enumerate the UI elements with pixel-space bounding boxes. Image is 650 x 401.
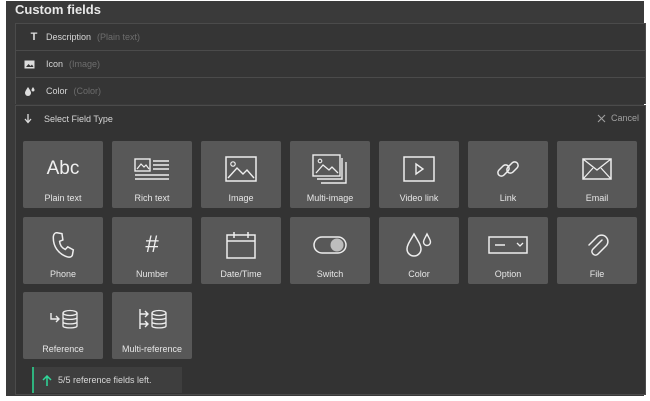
field-type-plain-text[interactable]: Abc Plain text <box>23 141 103 208</box>
field-type-label: Email <box>585 193 609 203</box>
field-type-option[interactable]: Option <box>468 217 548 284</box>
color-drops-icon <box>24 86 44 96</box>
field-row-description[interactable]: T Description (Plain text) <box>15 23 646 50</box>
multi-reference-icon <box>139 309 167 329</box>
reference-limit-notice: 5/5 reference fields left. <box>32 367 182 393</box>
phone-icon <box>52 232 75 258</box>
field-type-link[interactable]: Link <box>468 141 548 208</box>
close-icon <box>597 114 606 122</box>
field-type-label: Multi-image <box>306 193 354 203</box>
custom-fields-panel: Custom fields T Description (Plain text)… <box>6 1 646 396</box>
field-type-label: Option <box>494 269 522 279</box>
field-type-multi-image[interactable]: Multi-image <box>290 141 370 208</box>
field-type: (Plain text) <box>97 32 141 42</box>
option-dropdown-icon <box>488 236 528 254</box>
field-name: Icon <box>46 59 64 69</box>
video-link-icon <box>403 156 435 182</box>
field-row-color[interactable]: Color (Color) <box>15 77 646 104</box>
field-type-color[interactable]: Color <box>379 217 459 284</box>
field-type-reference[interactable]: Reference <box>23 292 103 359</box>
paperclip-icon <box>588 234 609 256</box>
field-type-label: Plain text <box>44 193 82 203</box>
field-type-rich-text[interactable]: Rich text <box>112 141 192 208</box>
field-type-number[interactable]: # Number <box>112 217 192 284</box>
field-type-video-link[interactable]: Video link <box>379 141 459 208</box>
notice-text: 5/5 reference fields left. <box>58 375 152 385</box>
field-type-label: File <box>589 269 605 279</box>
panel-title: Custom fields <box>15 2 101 17</box>
arrow-up-icon <box>42 374 52 386</box>
hash-icon: # <box>145 231 159 258</box>
field-row-icon[interactable]: Icon (Image) <box>15 50 646 77</box>
field-type-label: Color <box>408 269 430 279</box>
rich-text-icon <box>134 158 169 180</box>
field-type-label: Number <box>135 269 168 279</box>
field-type-label: Link <box>499 193 517 203</box>
field-type: (Image) <box>69 59 101 69</box>
field-type-label: Multi-reference <box>121 344 183 354</box>
field-type-switch[interactable]: Switch <box>290 217 370 284</box>
email-icon <box>582 158 612 180</box>
text-icon: T <box>30 31 38 43</box>
cancel-button[interactable]: Cancel <box>597 113 639 123</box>
existing-fields-list: T Description (Plain text) Icon (Image) … <box>15 23 646 104</box>
field-name: Description <box>46 32 92 42</box>
image-icon <box>225 156 257 182</box>
field-type-label: Phone <box>49 269 77 279</box>
field-type-label: Video link <box>399 193 439 203</box>
field-type-phone[interactable]: Phone <box>23 217 103 284</box>
field-name: Color <box>46 86 68 96</box>
field-type-label: Reference <box>42 344 84 354</box>
calendar-icon <box>226 232 256 259</box>
cancel-label: Cancel <box>610 113 639 123</box>
field-type-label: Switch <box>316 269 344 279</box>
selector-header: Select Field Type <box>16 106 645 132</box>
field-type: (Color) <box>73 86 102 96</box>
multi-image-icon <box>312 154 347 184</box>
switch-icon <box>313 236 347 254</box>
link-icon <box>497 161 519 177</box>
field-type-label: Rich text <box>134 193 170 203</box>
field-type-image[interactable]: Image <box>201 141 281 208</box>
arrow-down-icon <box>24 114 44 124</box>
abc-icon: Abc <box>46 158 80 179</box>
field-type-date-time[interactable]: Date/Time <box>201 217 281 284</box>
field-type-selector: Select Field Type Cancel Abc Plain text … <box>15 105 646 395</box>
color-drops-icon <box>406 232 432 257</box>
field-type-label: Image <box>228 193 254 203</box>
field-type-file[interactable]: File <box>557 217 637 284</box>
field-type-email[interactable]: Email <box>557 141 637 208</box>
reference-icon <box>50 309 78 329</box>
image-icon <box>24 60 44 69</box>
field-type-label: Date/Time <box>220 269 262 279</box>
field-type-multi-reference[interactable]: Multi-reference <box>112 292 192 359</box>
selector-title: Select Field Type <box>44 114 113 124</box>
